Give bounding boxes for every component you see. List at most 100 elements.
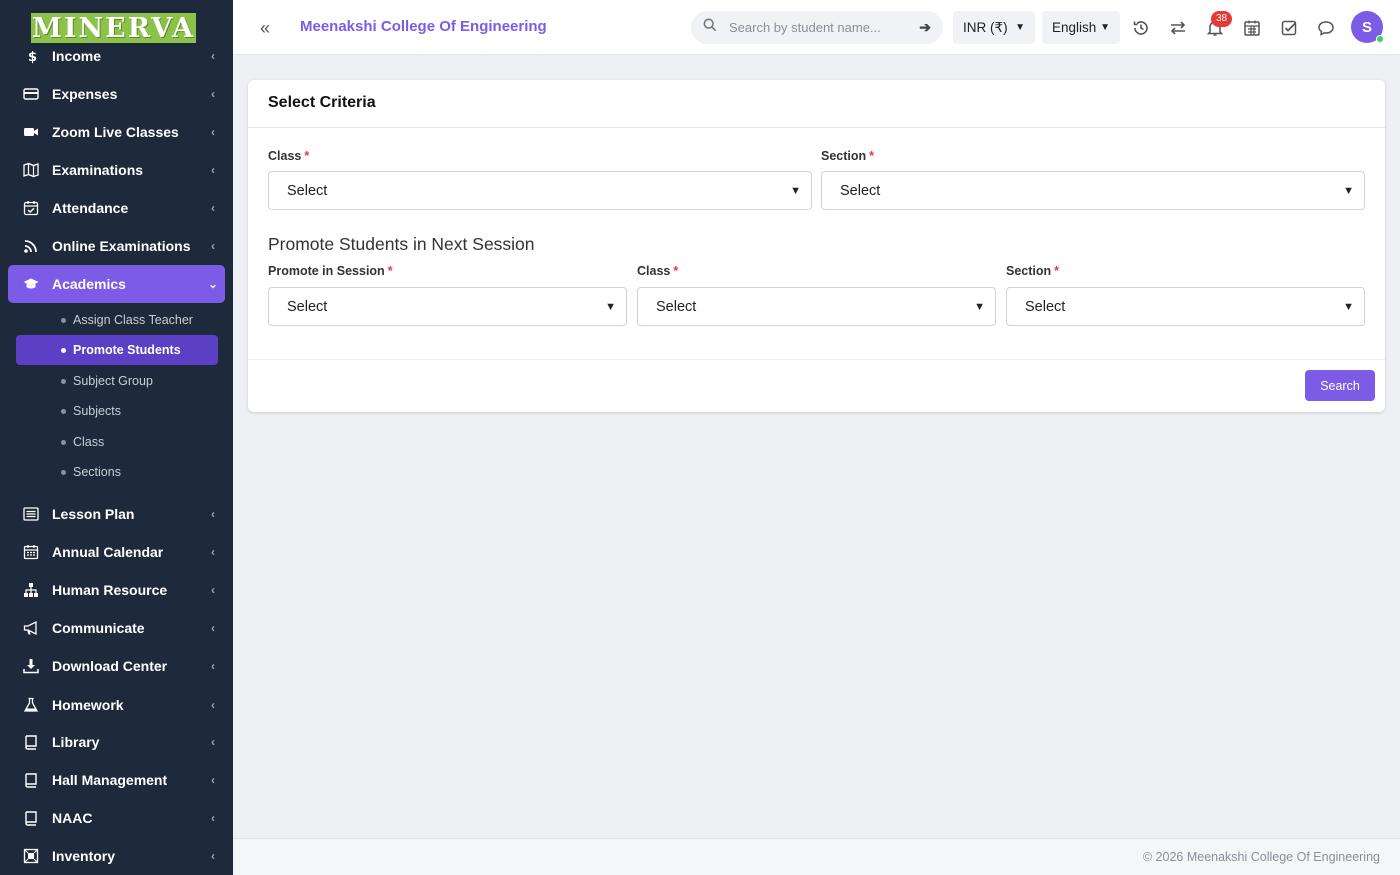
collapse-sidebar-icon[interactable]: « bbox=[260, 18, 270, 39]
chevron-left-icon: ‹ bbox=[211, 163, 215, 177]
sidebar-item-academics[interactable]: Academics ⌄ bbox=[8, 265, 225, 303]
currency-value: INR (₹) bbox=[963, 19, 1008, 35]
class-select[interactable]: Select ▼ bbox=[268, 171, 812, 210]
sidebar-item-hall-management[interactable]: Hall Management ‹ bbox=[8, 762, 225, 798]
sidebar-item-online-examinations[interactable]: Online Examinations ‹ bbox=[8, 228, 225, 264]
graduation-cap-icon bbox=[8, 276, 52, 292]
sidebar-item-communicate[interactable]: Communicate ‹ bbox=[8, 610, 225, 646]
sidebar-item-human-resource[interactable]: Human Resource ‹ bbox=[8, 572, 225, 608]
sidebar-item-label: Attendance bbox=[52, 200, 129, 216]
map-icon bbox=[8, 162, 52, 178]
sidebar-item-download-center[interactable]: Download Center ‹ bbox=[8, 648, 225, 684]
sidebar-item-label: Online Examinations bbox=[52, 238, 191, 254]
sidebar-subitem-subjects[interactable]: Subjects bbox=[16, 396, 218, 426]
sidebar-item-homework[interactable]: Homework ‹ bbox=[8, 687, 225, 723]
sidebar-subitem-label: Assign Class Teacher bbox=[73, 313, 193, 327]
sidebar-item-label: Communicate bbox=[52, 620, 145, 636]
sidebar-item-examinations[interactable]: Examinations ‹ bbox=[8, 152, 225, 188]
rss-icon bbox=[8, 238, 52, 254]
sidebar-subitem-label: Class bbox=[73, 435, 105, 449]
student-search[interactable]: Search by student name... ➔ bbox=[691, 11, 943, 44]
sidebar-subitem-label: Subjects bbox=[73, 404, 121, 418]
promote-section-select[interactable]: Select ▼ bbox=[1006, 287, 1365, 326]
sidebar-item-lesson-plan[interactable]: Lesson Plan ‹ bbox=[8, 496, 225, 532]
bullet-icon bbox=[61, 439, 66, 445]
select-criteria-card: Select Criteria Class * Select ▼ Section *… bbox=[248, 80, 1385, 412]
switch-icon[interactable] bbox=[1168, 18, 1188, 38]
book-icon bbox=[8, 772, 52, 788]
sidebar-item-label: Examinations bbox=[52, 162, 144, 178]
promote-session-label: Promote in Session * bbox=[268, 264, 393, 278]
sidebar-item-annual-calendar[interactable]: Annual Calendar ‹ bbox=[8, 534, 225, 570]
sitemap-icon bbox=[8, 582, 52, 598]
video-icon bbox=[8, 124, 52, 140]
bullet-icon bbox=[61, 317, 66, 323]
sidebar-item-label: Annual Calendar bbox=[52, 544, 164, 560]
chevron-left-icon: ‹ bbox=[211, 811, 215, 825]
sidebar-item-label: Hall Management bbox=[52, 772, 168, 788]
search-button[interactable]: Search bbox=[1305, 370, 1375, 401]
section-select[interactable]: Select ▼ bbox=[821, 171, 1365, 210]
promote-class-value: Select bbox=[656, 298, 697, 315]
calendar-icon[interactable] bbox=[1242, 18, 1262, 38]
task-check-icon[interactable] bbox=[1279, 18, 1299, 38]
promote-heading: Promote Students in Next Session bbox=[268, 234, 535, 254]
sidebar-item-library[interactable]: Library ‹ bbox=[8, 724, 225, 760]
sidebar-subitem-label: Sections bbox=[73, 465, 121, 479]
bullet-icon bbox=[61, 347, 66, 353]
chevron-left-icon: ‹ bbox=[211, 849, 215, 863]
sidebar-item-label: Expenses bbox=[52, 86, 118, 102]
divider bbox=[248, 127, 1385, 128]
promote-session-value: Select bbox=[287, 298, 328, 315]
arrow-right-icon[interactable]: ➔ bbox=[919, 19, 931, 36]
sidebar-subitem-label: Subject Group bbox=[73, 374, 153, 388]
download-icon bbox=[8, 658, 52, 674]
chevron-left-icon: ‹ bbox=[211, 239, 215, 253]
chevron-left-icon: ‹ bbox=[211, 125, 215, 139]
bullhorn-icon bbox=[8, 620, 52, 636]
sidebar-item-label: NAAC bbox=[52, 810, 93, 826]
history-icon[interactable] bbox=[1131, 18, 1151, 38]
sidebar-item-expenses[interactable]: Expenses ‹ bbox=[8, 76, 225, 112]
required-mark: * bbox=[673, 264, 679, 278]
college-name[interactable]: Meenakshi College Of Engineering bbox=[300, 18, 547, 35]
chevron-down-icon: ▼ bbox=[1100, 22, 1110, 33]
chat-icon[interactable] bbox=[1316, 18, 1336, 38]
promote-session-select[interactable]: Select ▼ bbox=[268, 287, 627, 326]
sidebar-item-zoom-live-classes[interactable]: Zoom Live Classes ‹ bbox=[8, 114, 225, 150]
class-select-value: Select bbox=[287, 182, 328, 199]
search-icon bbox=[703, 18, 717, 37]
book-icon bbox=[8, 810, 52, 826]
chevron-left-icon: ‹ bbox=[211, 507, 215, 521]
promote-class-label: Class * bbox=[637, 264, 678, 278]
search-input[interactable]: Search by student name... bbox=[729, 20, 919, 35]
language-select[interactable]: English ▼ bbox=[1042, 11, 1120, 44]
promote-class-select[interactable]: Select ▼ bbox=[637, 287, 996, 326]
sidebar-item-label: Income bbox=[52, 48, 102, 64]
sidebar-subitem-sections[interactable]: Sections bbox=[16, 457, 218, 487]
sidebar-item-label: Lesson Plan bbox=[52, 506, 135, 522]
sidebar-subitem-promote-students[interactable]: Promote Students bbox=[16, 335, 218, 365]
calendar-icon bbox=[8, 544, 52, 560]
sidebar-subitem-class[interactable]: Class bbox=[16, 427, 218, 457]
top-header: « Meenakshi College Of Engineering Searc… bbox=[233, 0, 1400, 55]
copyright-text: © 2026 Meenakshi College Of Engineering bbox=[1142, 850, 1380, 864]
currency-select[interactable]: INR (₹) ▼ bbox=[953, 11, 1035, 44]
promote-section-label: Section * bbox=[1006, 264, 1059, 278]
sidebar-subitem-subject-group[interactable]: Subject Group bbox=[16, 366, 218, 396]
sidebar-item-inventory[interactable]: Inventory ‹ bbox=[8, 838, 225, 874]
bullet-icon bbox=[61, 408, 66, 414]
page-footer: © 2026 Meenakshi College Of Engineering bbox=[233, 838, 1400, 875]
brand-logo[interactable]: MINERVA bbox=[31, 13, 196, 44]
book-icon bbox=[8, 734, 52, 750]
sidebar-item-naac[interactable]: NAAC ‹ bbox=[8, 800, 225, 836]
promote-session-label-text: Promote in Session bbox=[268, 264, 385, 278]
notification-badge: 38 bbox=[1211, 11, 1233, 27]
sidebar-subitem-assign-class-teacher[interactable]: Assign Class Teacher bbox=[16, 305, 218, 335]
sidebar-item-label: Inventory bbox=[52, 848, 116, 864]
sidebar-item-attendance[interactable]: Attendance ‹ bbox=[8, 190, 225, 226]
required-mark: * bbox=[387, 264, 393, 278]
promote-class-label-text: Class bbox=[637, 264, 671, 278]
chevron-down-icon: ▼ bbox=[790, 184, 801, 197]
section-select-value: Select bbox=[840, 182, 881, 199]
